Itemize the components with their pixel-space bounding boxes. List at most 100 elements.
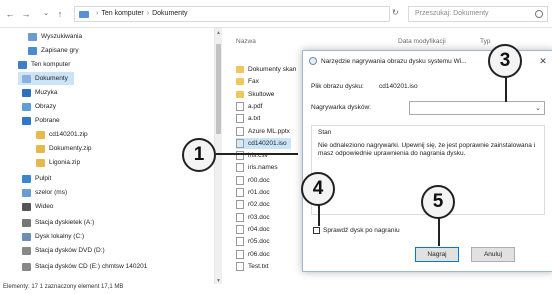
sidebar-item[interactable]: Dokumenty.zip — [32, 142, 98, 155]
file-icon — [236, 200, 244, 210]
file-row[interactable]: r00.doc — [236, 175, 274, 186]
sidebar-item[interactable]: Obrazy — [18, 100, 62, 113]
sidebar-item-label: Wyszukiwania — [41, 33, 83, 40]
computer-icon — [18, 60, 27, 69]
back-button[interactable]: ← — [4, 9, 16, 19]
file-name: r02.doc — [248, 201, 270, 209]
video-icon — [22, 202, 31, 211]
file-row[interactable]: r06.doc — [236, 249, 274, 260]
chevron-down-icon[interactable]: ⌄ — [535, 104, 541, 112]
file-name: Azure ML.pptx — [248, 127, 290, 135]
file-row[interactable]: cd140201.iso — [236, 137, 291, 149]
file-name: r03.doc — [248, 213, 270, 221]
sidebar-item-label: Zapisane gry — [41, 47, 79, 54]
sidebar-item-label: Muzyka — [35, 89, 58, 96]
file-name: Dokumenty skan — [248, 66, 297, 73]
sidebar-item-label: Pulpit — [35, 175, 52, 182]
sidebar-item[interactable]: szelor (ms) — [18, 186, 73, 199]
file-name: Skultowe — [248, 90, 275, 98]
address-bar: ← → ⌄ ↑ › Ten komputer › Dokumenty ↻ Przesz… — [0, 0, 552, 28]
file-row[interactable]: r05.doc — [236, 236, 274, 247]
breadcrumb-computer[interactable]: Ten komputer — [101, 10, 143, 17]
sidebar-item[interactable]: Stacja dyskietek (A:) — [18, 216, 100, 229]
callout-4: 4 — [301, 172, 335, 206]
sidebar-item[interactable]: Wyszukiwania — [24, 30, 88, 43]
desktop-icon — [22, 174, 31, 183]
zip-icon — [36, 158, 45, 167]
sidebar-item[interactable]: Pobrane — [18, 114, 66, 127]
sidebar-item-label: Stacja dyskietek (A:) — [35, 219, 95, 226]
column-header-type[interactable]: Typ — [480, 38, 490, 45]
burner-select[interactable]: ⌄ — [409, 101, 545, 115]
file-row[interactable]: r02.doc — [236, 199, 274, 210]
close-icon[interactable]: ✕ — [537, 55, 549, 67]
search-input[interactable]: Przeszukaj: Dokumenty — [408, 6, 548, 22]
scrollbar-thumb[interactable] — [216, 44, 221, 134]
file-row[interactable]: r04.doc — [236, 224, 274, 235]
file-row[interactable]: Azure ML.pptx — [236, 126, 294, 137]
refresh-icon[interactable]: ↻ — [392, 8, 402, 18]
floppy-icon — [22, 218, 31, 227]
file-row[interactable]: iris.names — [236, 162, 282, 173]
pictures-icon — [22, 102, 31, 111]
burn-button[interactable]: Nagraj — [415, 247, 459, 262]
file-name: cd140201.iso — [248, 139, 287, 147]
scroll-up-icon[interactable]: ▲ — [216, 30, 221, 36]
sidebar-item-label: Wideo — [35, 203, 54, 210]
file-name: r00.doc — [248, 176, 270, 184]
cancel-button[interactable]: Anuluj — [471, 247, 515, 262]
search-icon — [535, 10, 543, 18]
file-icon — [236, 175, 244, 185]
file-icon — [236, 261, 244, 271]
callout-1-pointer — [216, 153, 298, 155]
file-name: r06.doc — [248, 250, 270, 258]
sidebar-item[interactable]: Ligonia.zip — [32, 156, 86, 169]
folder-icon — [79, 11, 89, 18]
image-file-label: Plik obrazu dysku: — [311, 83, 364, 90]
path-box[interactable]: › Ten komputer › Dokumenty — [74, 6, 390, 22]
verify-option[interactable]: Sprawdź dysk po nagraniu — [313, 225, 400, 235]
sidebar-item[interactable]: Zapisane gry — [24, 44, 85, 57]
burner-label: Nagrywarka dysków: — [311, 104, 371, 111]
sidebar-item-label: Dokumenty — [35, 75, 68, 82]
column-header-name[interactable]: Nazwa — [236, 38, 256, 45]
sidebar-item[interactable]: Pulpit — [18, 172, 57, 185]
breadcrumb-documents[interactable]: Dokumenty — [152, 10, 187, 17]
file-row[interactable]: r01.doc — [236, 187, 274, 198]
sidebar-item[interactable]: Stacja dysków CD (E:) chmtsw 140201 — [18, 260, 153, 273]
sidebar-item[interactable]: cd140201.zip — [32, 128, 94, 141]
forward-button[interactable]: → — [20, 9, 32, 19]
breadcrumb-separator: › — [146, 10, 150, 17]
file-row[interactable]: r03.doc — [236, 212, 274, 223]
sidebar-item-label: Stacja dysków DVD (D:) — [35, 247, 105, 254]
file-row[interactable]: iris.csv — [236, 150, 272, 161]
file-row[interactable]: Dokumenty skan — [236, 64, 300, 75]
sidebar-item[interactable]: Stacja dysków DVD (D:) — [18, 244, 111, 257]
sidebar-item-label: Stacja dysków CD (E:) chmtsw 140201 — [35, 263, 148, 270]
file-row[interactable]: Test.txt — [236, 261, 273, 272]
drive-icon — [22, 232, 31, 241]
file-row[interactable]: Skultowe — [236, 89, 278, 100]
sidebar-item-label: cd140201.zip — [49, 131, 88, 138]
sidebar-item[interactable]: Dokumenty — [18, 72, 74, 85]
verify-checkbox[interactable] — [313, 226, 320, 234]
file-icon — [236, 188, 244, 197]
sidebar-item-label: szelor (ms) — [35, 189, 68, 196]
file-name: r01.doc — [248, 189, 270, 196]
sidebar-item[interactable]: Dysk lokalny (C:) — [18, 230, 90, 243]
zip-icon — [36, 130, 45, 139]
download-icon — [22, 116, 31, 125]
file-row[interactable]: a.txt — [236, 113, 264, 124]
recent-dropdown-icon[interactable]: ⌄ — [40, 9, 52, 19]
up-button[interactable]: ↑ — [54, 9, 66, 19]
search-icon — [28, 32, 37, 41]
file-row[interactable]: a.pdf — [236, 101, 266, 112]
file-icon — [236, 249, 244, 259]
file-name: Fax — [248, 78, 259, 86]
sidebar-item[interactable]: Muzyka — [18, 86, 63, 99]
column-header-modified[interactable]: Data modyfikacji — [398, 38, 446, 45]
file-row[interactable]: Fax — [236, 76, 263, 87]
sidebar-item[interactable]: Wideo — [18, 200, 59, 213]
sidebar-item[interactable]: Ten komputer — [14, 58, 76, 71]
file-icon — [236, 126, 244, 136]
